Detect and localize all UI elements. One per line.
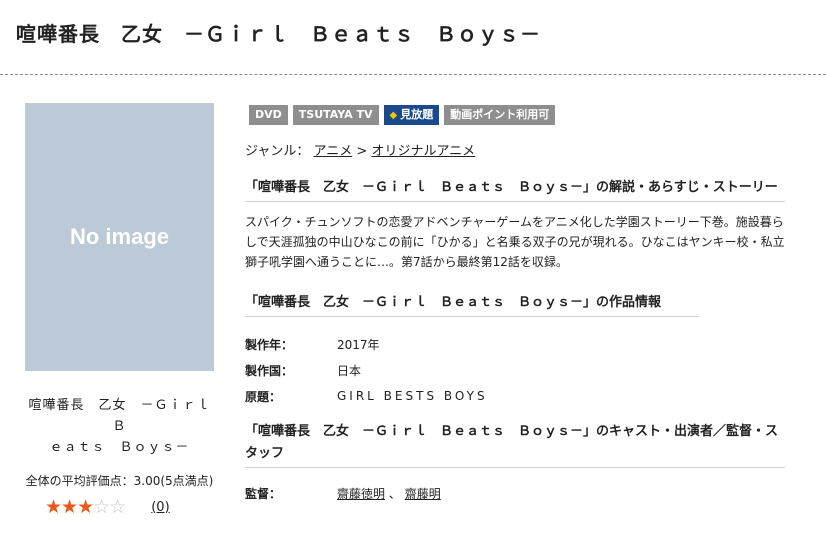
page-title: 喧嘩番長 乙女 －Ｇｉｒｌ Ｂｅａｔｓ Ｂｏｙｓ－ bbox=[16, 22, 541, 46]
star-empty-icon[interactable]: ☆ bbox=[109, 496, 126, 518]
thumbnail-placeholder: No image bbox=[25, 103, 214, 371]
director-values: 齋藤徳明 、 齋藤明 bbox=[337, 485, 441, 502]
info-row-year: 製作年： 2017年 bbox=[245, 331, 785, 357]
no-image-text: No image bbox=[69, 224, 170, 249]
synopsis-heading: 「喧嘩番長 乙女 －Ｇｉｒｌ Ｂｅａｔｓ Ｂｏｙｓ－」の解説・あらすじ・ストーリ… bbox=[245, 177, 785, 202]
dvd-badge: DVD bbox=[249, 105, 288, 125]
star-rating[interactable]: ★★★☆☆ bbox=[45, 496, 126, 518]
info-row-country: 製作国： 日本 bbox=[245, 357, 785, 383]
genre-breadcrumb: ジャンル： アニメ > オリジナルアニメ bbox=[245, 140, 785, 159]
review-count-link[interactable]: (0) bbox=[151, 500, 169, 515]
country-label: 製作国： bbox=[245, 363, 294, 378]
mihoudai-label: 見放題 bbox=[400, 108, 434, 121]
t-logo-icon: ◆ bbox=[389, 110, 398, 121]
original-title-label: 原題： bbox=[245, 389, 282, 404]
synopsis-text: スパイク・チュンソフトの恋愛アドベンチャーゲームをアニメ化した学園ストーリー下巻… bbox=[245, 215, 785, 269]
main-content: DVD TSUTAYA TV ◆ 見放題 動画ポイント利用可 ジャンル： アニメ … bbox=[245, 105, 785, 506]
original-title-value: GIRL BESTS BOYS bbox=[337, 389, 488, 403]
genre-link-original-anime[interactable]: オリジナルアニメ bbox=[371, 144, 475, 159]
director-link-2[interactable]: 齋藤明 bbox=[405, 487, 441, 501]
year-value: 2017年 bbox=[337, 337, 380, 352]
info-row-original-title: 原題： GIRL BESTS BOYS bbox=[245, 383, 785, 409]
star-filled-icon[interactable]: ★ bbox=[77, 496, 94, 518]
rating-row: ★★★☆☆ (0) bbox=[25, 497, 214, 517]
mihoudai-badge: ◆ 見放題 bbox=[383, 105, 440, 125]
title-divider bbox=[0, 74, 826, 75]
director-label: 監督： bbox=[245, 486, 282, 501]
star-empty-icon[interactable]: ☆ bbox=[93, 496, 110, 518]
sidebar-title-line1: 喧嘩番長 乙女 －Ｇｉｒｌ Ｂ bbox=[28, 398, 225, 434]
star-filled-icon[interactable]: ★ bbox=[61, 496, 78, 518]
tsutaya-tv-badge: TSUTAYA TV bbox=[292, 105, 379, 125]
work-info-heading: 「喧嘩番長 乙女 －Ｇｉｒｌ Ｂｅａｔｓ Ｂｏｙｓ－」の作品情報 bbox=[245, 292, 699, 317]
country-value: 日本 bbox=[337, 363, 362, 378]
genre-link-anime[interactable]: アニメ bbox=[314, 144, 353, 159]
director-link-1[interactable]: 齋藤徳明 bbox=[337, 487, 385, 501]
star-filled-icon[interactable]: ★ bbox=[45, 496, 62, 518]
year-label: 製作年： bbox=[245, 337, 294, 352]
work-info-table: 製作年： 2017年 製作国： 日本 原題： GIRL BESTS BOYS bbox=[245, 331, 785, 409]
average-rating-text: 全体の平均評価点：3.00(5点満点) bbox=[25, 474, 214, 488]
info-row-director: 監督： 齋藤徳明 、 齋藤明 bbox=[245, 480, 785, 506]
genre-label: ジャンル： bbox=[245, 144, 310, 159]
cast-heading: 「喧嘩番長 乙女 －Ｇｉｒｌ Ｂｅａｔｓ Ｂｏｙｓ－」のキャスト・出演者／監督・… bbox=[245, 421, 785, 468]
sidebar-title: 喧嘩番長 乙女 －Ｇｉｒｌ Ｂ ｅａｔｓ Ｂｏｙｓ－ bbox=[25, 395, 225, 458]
director-separator: 、 bbox=[388, 486, 401, 501]
sidebar-title-line2: ｅａｔｓ Ｂｏｙｓ－ bbox=[49, 440, 190, 455]
genre-separator: > bbox=[356, 144, 368, 159]
left-column: No image 喧嘩番長 乙女 －Ｇｉｒｌ Ｂ ｅａｔｓ Ｂｏｙｓ－ 全体の平… bbox=[25, 103, 225, 517]
badge-row: DVD TSUTAYA TV ◆ 見放題 動画ポイント利用可 bbox=[249, 105, 785, 125]
video-point-badge: 動画ポイント利用可 bbox=[444, 105, 556, 125]
